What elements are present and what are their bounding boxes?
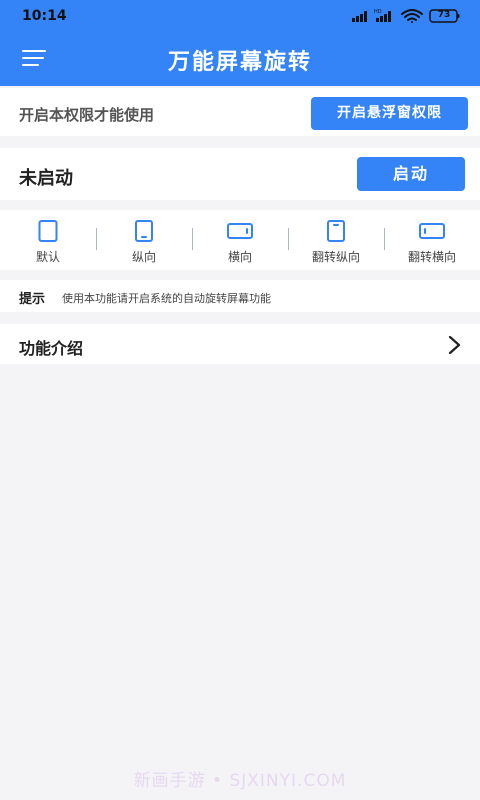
phone-portrait-icon — [135, 220, 153, 242]
svg-text:HD: HD — [374, 9, 382, 15]
mode-landscape-reverse[interactable]: 翻转横向 — [384, 210, 480, 270]
feature-intro-row[interactable]: 功能介绍 — [0, 324, 480, 364]
start-button[interactable]: 启动 — [357, 157, 465, 191]
status-bar: 10:14 HD 73 — [0, 0, 480, 32]
service-status-card: 未启动 启动 — [0, 148, 480, 200]
mode-label: 默认 — [35, 250, 60, 264]
permission-message: 开启本权限才能使用 — [19, 106, 155, 124]
mode-label: 纵向 — [131, 250, 156, 264]
phone-portrait-reverse-icon — [327, 220, 345, 242]
battery-level: 73 — [437, 10, 451, 20]
feature-intro-label: 功能介绍 — [19, 339, 84, 358]
title-bar: 万能屏幕旋转 — [0, 32, 480, 86]
mode-label: 翻转纵向 — [311, 250, 360, 264]
watermark-text: 新画手游 • SJXINYI.COM — [133, 771, 347, 791]
status-time: 10:14 — [22, 8, 67, 24]
permission-card: 开启本权限才能使用 开启悬浮窗权限 — [0, 88, 480, 136]
phone-landscape-reverse-icon — [419, 223, 445, 239]
signal-hd-icon: HD — [374, 9, 391, 22]
signal-icon — [352, 11, 367, 22]
mode-portrait[interactable]: 纵向 — [96, 210, 192, 270]
wifi-icon — [401, 9, 423, 23]
mode-label: 横向 — [227, 250, 252, 264]
tip-card: 提示 使用本功能请开启系统的自动旋转屏幕功能 — [0, 280, 480, 312]
chevron-right-icon — [448, 336, 461, 354]
page-title: 万能屏幕旋转 — [167, 50, 312, 75]
mode-label: 翻转横向 — [407, 250, 456, 264]
tip-title: 提示 — [19, 292, 46, 307]
mode-landscape[interactable]: 横向 — [192, 210, 288, 270]
phone-landscape-icon — [227, 223, 253, 239]
tip-text: 使用本功能请开启系统的自动旋转屏幕功能 — [62, 292, 271, 305]
tablet-default-icon — [38, 220, 58, 242]
service-status-text: 未启动 — [19, 168, 73, 189]
rotation-mode-bar: 默认 纵向 横向 翻转纵向 翻转横向 — [0, 210, 480, 270]
mode-default[interactable]: 默认 — [0, 210, 96, 270]
mode-portrait-reverse[interactable]: 翻转纵向 — [288, 210, 384, 270]
app-header: 10:14 HD 73 万能屏幕旋转 — [0, 0, 480, 86]
enable-overlay-permission-button[interactable]: 开启悬浮窗权限 — [311, 97, 468, 130]
